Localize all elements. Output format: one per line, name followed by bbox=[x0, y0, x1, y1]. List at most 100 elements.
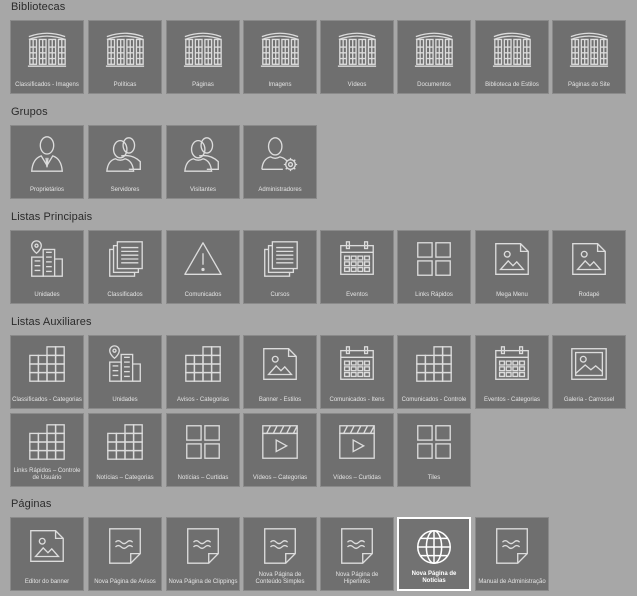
content-tile[interactable]: Unidades bbox=[10, 230, 84, 304]
tile-label: Classificados bbox=[107, 292, 143, 298]
users-group-icon bbox=[167, 126, 239, 182]
picture-frame-icon bbox=[553, 336, 625, 392]
video-clapper-icon bbox=[244, 414, 316, 470]
content-tile[interactable]: Links Rápidos bbox=[397, 230, 471, 304]
page-icon bbox=[244, 518, 316, 574]
tile-label: Documentos bbox=[417, 82, 451, 88]
content-tile[interactable]: Comunicados - Controle bbox=[397, 335, 471, 409]
section-title: Listas Principais bbox=[11, 211, 93, 223]
content-tile[interactable]: Imagens bbox=[243, 20, 317, 94]
globe-icon bbox=[399, 519, 469, 575]
tile-label: Unidades bbox=[34, 292, 60, 298]
content-tile[interactable]: Eventos bbox=[320, 230, 394, 304]
content-tile[interactable]: Documentos bbox=[397, 20, 471, 94]
documents-stack-icon bbox=[89, 231, 161, 287]
categories-grid-icon bbox=[89, 414, 161, 470]
library-icon bbox=[244, 21, 316, 77]
content-tile[interactable]: Vídeos – Categorias bbox=[243, 413, 317, 487]
page-icon bbox=[167, 518, 239, 574]
content-tile[interactable]: Biblioteca de Estilos bbox=[475, 20, 549, 94]
content-tile[interactable]: Visitantes bbox=[166, 125, 240, 199]
content-tile[interactable]: Vídeos – Curtidas bbox=[320, 413, 394, 487]
tile-label: Vídeos – Curtidas bbox=[333, 475, 381, 481]
tile-label: Vídeos – Categorias bbox=[252, 475, 308, 481]
tile-label: Links Rápidos bbox=[415, 292, 453, 298]
tile-label: Notícias – Categorias bbox=[96, 475, 154, 481]
page-icon bbox=[89, 518, 161, 574]
tile-label: Notícias – Curtidas bbox=[177, 475, 229, 481]
tile-label: Comunicados - Controle bbox=[401, 397, 467, 403]
library-icon bbox=[553, 21, 625, 77]
tile-label: Tiles bbox=[427, 475, 441, 481]
owner-user-icon bbox=[11, 126, 83, 182]
tile-label: Nova Página de Clippings bbox=[168, 579, 238, 585]
tiles-grid-icon bbox=[398, 231, 470, 287]
tile-label: Visitantes bbox=[190, 187, 216, 193]
tile-label: Administradores bbox=[258, 187, 302, 193]
content-tile[interactable]: Nova Página de Clippings bbox=[166, 517, 240, 591]
content-tile[interactable]: Banner - Estilos bbox=[243, 335, 317, 409]
warning-icon bbox=[167, 231, 239, 287]
tile-label: Editor do banner bbox=[24, 579, 70, 585]
content-tile[interactable]: Páginas bbox=[166, 20, 240, 94]
tile-label: Páginas do Site bbox=[567, 82, 611, 88]
content-tile[interactable]: Mega Menu bbox=[475, 230, 549, 304]
tile-label: Links Rápidos – Controle de Usuário bbox=[13, 468, 81, 481]
tile-label: Rodapé bbox=[578, 292, 600, 298]
section-title: Listas Auxiliares bbox=[11, 316, 92, 328]
content-tile[interactable]: Classificados - Categorias bbox=[10, 335, 84, 409]
content-tile[interactable]: Administradores bbox=[243, 125, 317, 199]
tile-label: Nova Página de Hiperlinks bbox=[335, 572, 379, 585]
tile-label: Páginas bbox=[192, 82, 214, 88]
content-tile[interactable]: Vídeos bbox=[320, 20, 394, 94]
tile-label: Comunicados - Itens bbox=[329, 397, 385, 403]
content-tile[interactable]: Rodapé bbox=[552, 230, 626, 304]
tile-label: Nova Página de Conteúdo Simples bbox=[255, 572, 305, 585]
content-tile[interactable]: Páginas do Site bbox=[552, 20, 626, 94]
content-tile[interactable]: Nova Página de Conteúdo Simples bbox=[243, 517, 317, 591]
content-tile[interactable]: Servidores bbox=[88, 125, 162, 199]
content-tile[interactable]: Classificados bbox=[88, 230, 162, 304]
documents-stack-icon bbox=[244, 231, 316, 287]
admin-user-gear-icon bbox=[244, 126, 316, 182]
categories-grid-icon bbox=[167, 336, 239, 392]
content-tile[interactable]: Galeria - Carrossel bbox=[552, 335, 626, 409]
calendar-icon bbox=[476, 336, 548, 392]
tile-label: Mega Menu bbox=[496, 292, 528, 298]
library-icon bbox=[89, 21, 161, 77]
content-tile[interactable]: Nova Página de Notícias bbox=[397, 517, 471, 591]
content-tile[interactable]: Políticas bbox=[88, 20, 162, 94]
content-tile[interactable]: Notícias – Categorias bbox=[88, 413, 162, 487]
content-tile[interactable]: Avisos - Categorias bbox=[166, 335, 240, 409]
content-tile[interactable]: Links Rápidos – Controle de Usuário bbox=[10, 413, 84, 487]
image-page-icon bbox=[244, 336, 316, 392]
section-title: Grupos bbox=[11, 106, 48, 118]
content-tile[interactable]: Proprietários bbox=[10, 125, 84, 199]
content-tile[interactable]: Eventos - Categorias bbox=[475, 335, 549, 409]
content-tile[interactable]: Manual de Administração bbox=[475, 517, 549, 591]
content-tile[interactable]: Unidades bbox=[88, 335, 162, 409]
image-page-icon bbox=[11, 518, 83, 574]
library-icon bbox=[167, 21, 239, 77]
tile-label: Avisos - Categorias bbox=[177, 397, 229, 403]
categories-grid-icon bbox=[11, 336, 83, 392]
library-icon bbox=[11, 21, 83, 77]
tile-label: Cursos bbox=[270, 292, 290, 298]
video-clapper-icon bbox=[321, 414, 393, 470]
tiles-grid-icon bbox=[167, 414, 239, 470]
library-icon bbox=[476, 21, 548, 77]
content-tile[interactable]: Tiles bbox=[397, 413, 471, 487]
content-tile[interactable]: Cursos bbox=[243, 230, 317, 304]
content-tile[interactable]: Classificados - Imagens bbox=[10, 20, 84, 94]
tile-label: Vídeos bbox=[347, 82, 367, 88]
content-tile[interactable]: Nova Página de Avisos bbox=[88, 517, 162, 591]
content-tile[interactable]: Comunicados bbox=[166, 230, 240, 304]
library-icon bbox=[321, 21, 393, 77]
content-tile[interactable]: Notícias – Curtidas bbox=[166, 413, 240, 487]
content-tile[interactable]: Comunicados - Itens bbox=[320, 335, 394, 409]
content-tile[interactable]: Nova Página de Hiperlinks bbox=[320, 517, 394, 591]
users-group-icon bbox=[89, 126, 161, 182]
tile-label: Classificados - Imagens bbox=[15, 82, 79, 88]
content-tile[interactable]: Editor do banner bbox=[10, 517, 84, 591]
tile-label: Galeria - Carrossel bbox=[563, 397, 615, 403]
